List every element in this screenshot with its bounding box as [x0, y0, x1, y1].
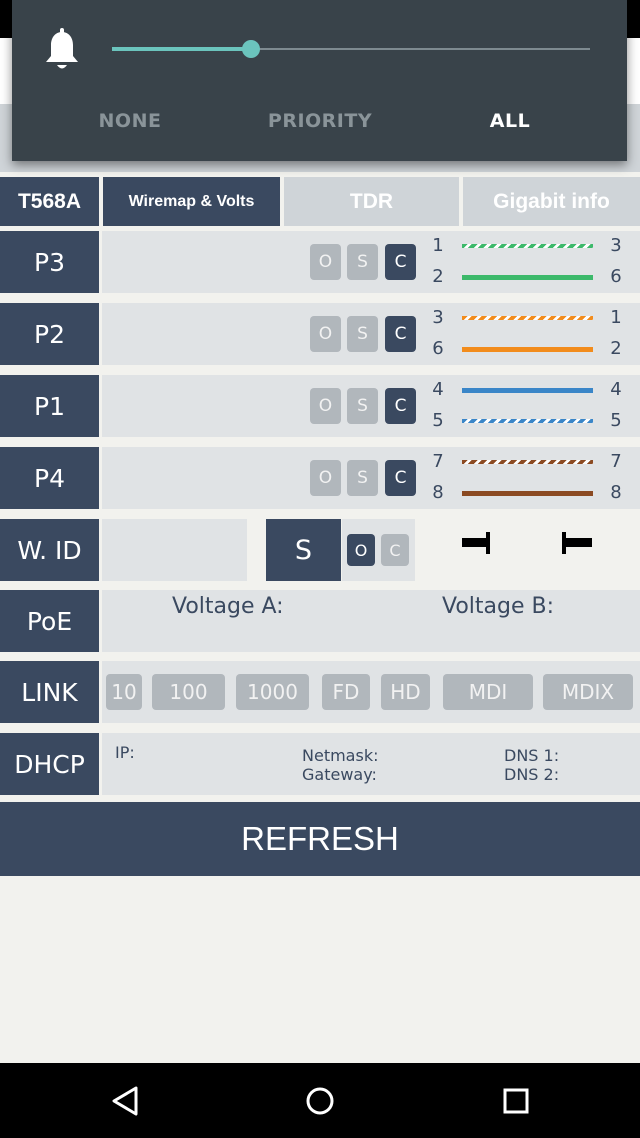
poe-label: PoE — [0, 590, 99, 652]
wid-c-button[interactable]: C — [381, 534, 409, 566]
pair-o-button[interactable]: O — [310, 460, 341, 496]
dhcp-body: IP: Netmask: Gateway: DNS 1: DNS 2: — [102, 733, 640, 795]
bell-icon — [46, 28, 78, 69]
pair-c-button[interactable]: C — [385, 316, 416, 352]
wire-solid — [462, 491, 593, 496]
poe-body: Voltage A: Voltage B: — [102, 590, 640, 652]
gateway-label: Gateway: — [302, 765, 377, 784]
pair-label: P3 — [0, 231, 99, 293]
wiremap-tab[interactable]: Wiremap & Volts — [103, 177, 280, 226]
volume-slider-fill — [112, 47, 251, 51]
pin-right-number: 2 — [610, 338, 622, 359]
pin-left-number: 2 — [432, 266, 444, 287]
pair-s-button[interactable]: S — [347, 388, 378, 424]
link-hd-button[interactable]: HD — [381, 674, 430, 710]
netmask-label: Netmask: — [302, 746, 379, 765]
terminator-left-icon — [462, 532, 490, 554]
notification-popup: NONE PRIORITY ALL — [12, 0, 627, 161]
wire-solid — [462, 347, 593, 352]
pin-left-number: 3 — [432, 307, 444, 328]
refresh-button[interactable]: REFRESH — [0, 802, 640, 876]
dns2-label: DNS 2: — [504, 765, 560, 784]
link-1000-button[interactable]: 1000 — [236, 674, 309, 710]
pin-right-number: 7 — [610, 451, 622, 472]
wire-solid — [462, 275, 593, 280]
pair-label: P1 — [0, 375, 99, 437]
link-label: LINK — [0, 661, 99, 723]
pin-left-number: 7 — [432, 451, 444, 472]
terminator-right-icon — [562, 532, 592, 554]
wid-s-button[interactable]: S — [266, 519, 341, 581]
volume-slider[interactable] — [112, 40, 590, 58]
pair-s-button[interactable]: S — [347, 244, 378, 280]
pair-c-button[interactable]: C — [385, 460, 416, 496]
link-fd-button[interactable]: FD — [322, 674, 370, 710]
gigabit-tab[interactable]: Gigabit info — [463, 177, 640, 226]
pin-left-number: 1 — [432, 235, 444, 256]
pin-right-number: 5 — [610, 410, 622, 431]
pin-left-number: 4 — [432, 379, 444, 400]
pin-left-number: 8 — [432, 482, 444, 503]
pin-left-number: 6 — [432, 338, 444, 359]
mode-none[interactable]: NONE — [60, 110, 200, 132]
pair-c-button[interactable]: C — [385, 388, 416, 424]
wire-striped — [462, 460, 593, 464]
pin-right-number: 1 — [610, 307, 622, 328]
link-10-button[interactable]: 10 — [106, 674, 142, 710]
pin-right-number: 8 — [610, 482, 622, 503]
pair-o-button[interactable]: O — [310, 388, 341, 424]
back-icon[interactable] — [108, 1084, 142, 1118]
wire-striped — [462, 419, 593, 423]
dhcp-label: DHCP — [0, 733, 99, 795]
link-100-button[interactable]: 100 — [152, 674, 225, 710]
wid-label: W. ID — [0, 519, 99, 581]
pair-s-button[interactable]: S — [347, 316, 378, 352]
pin-left-number: 5 — [432, 410, 444, 431]
voltage-a-label: Voltage A: — [172, 594, 284, 619]
navigation-bar — [0, 1063, 640, 1138]
pair-label: P4 — [0, 447, 99, 509]
wid-o-button[interactable]: O — [347, 534, 375, 566]
link-mdix-button[interactable]: MDIX — [543, 674, 633, 710]
home-icon[interactable] — [303, 1084, 337, 1118]
wid-field — [102, 519, 247, 581]
pair-o-button[interactable]: O — [310, 244, 341, 280]
dns1-label: DNS 1: — [504, 746, 560, 765]
mode-all[interactable]: ALL — [440, 110, 580, 132]
pin-right-number: 4 — [610, 379, 622, 400]
volume-slider-thumb[interactable] — [241, 40, 260, 58]
recents-icon[interactable] — [499, 1084, 533, 1118]
wire-striped — [462, 316, 593, 320]
pair-label: P2 — [0, 303, 99, 365]
ip-label: IP: — [115, 743, 135, 762]
voltage-b-label: Voltage B: — [442, 594, 555, 619]
wid-oc-group: O C — [342, 519, 415, 581]
standard-tab[interactable]: T568A — [0, 177, 99, 226]
pin-right-number: 6 — [610, 266, 622, 287]
mode-priority[interactable]: PRIORITY — [250, 110, 390, 132]
pin-right-number: 3 — [610, 235, 622, 256]
pair-o-button[interactable]: O — [310, 316, 341, 352]
tdr-tab[interactable]: TDR — [284, 177, 459, 226]
pair-c-button[interactable]: C — [385, 244, 416, 280]
pair-s-button[interactable]: S — [347, 460, 378, 496]
wire-solid — [462, 388, 593, 393]
link-mdi-button[interactable]: MDI — [443, 674, 533, 710]
wire-striped — [462, 244, 593, 248]
